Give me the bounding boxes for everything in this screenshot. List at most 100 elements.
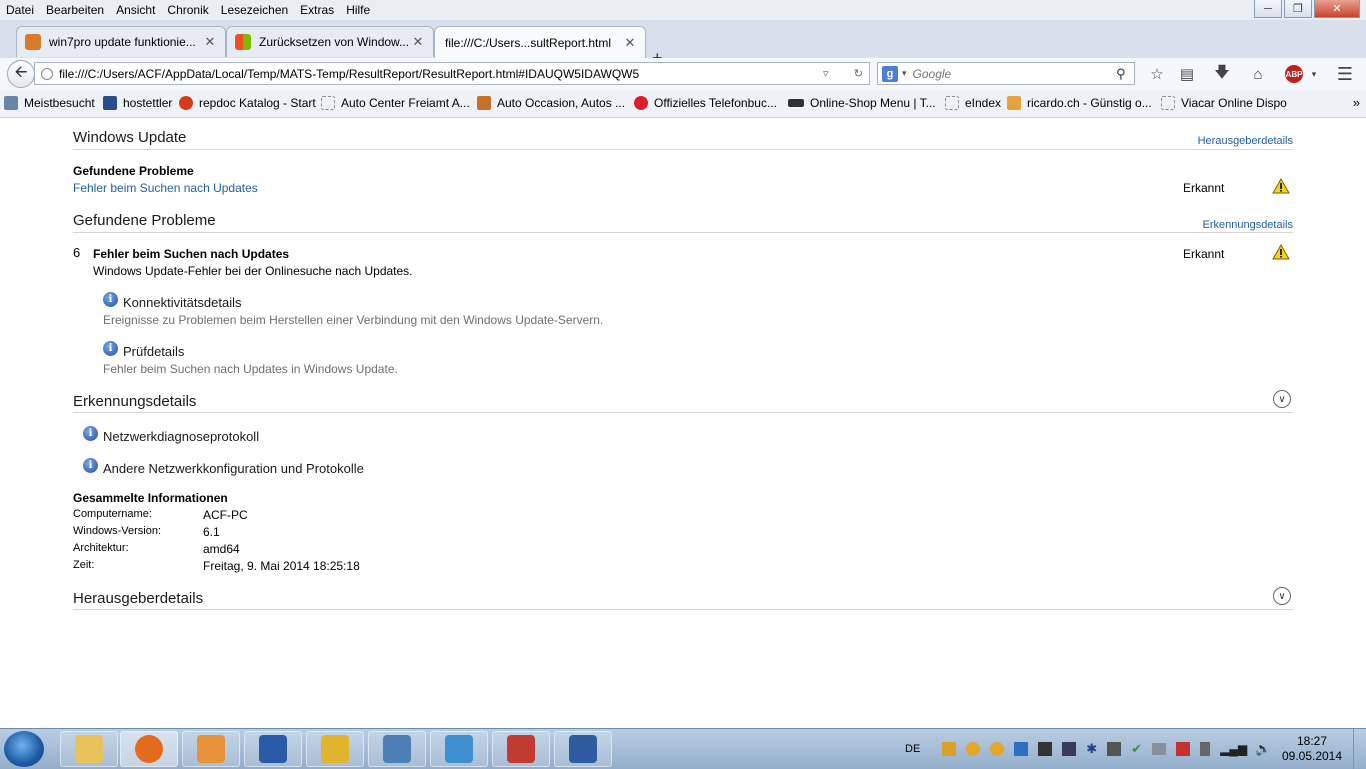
bookmark-star-icon[interactable]: ☆ (1147, 64, 1167, 84)
taskbar-word[interactable] (244, 731, 302, 767)
dropdown-arrow-icon[interactable]: ▿ (823, 67, 829, 80)
tab-zuruecksetzen[interactable]: Zurücksetzen von Window... ✕ (226, 26, 434, 57)
info-icon: i (83, 426, 98, 441)
printer-icon[interactable] (1152, 743, 1167, 755)
menu-ansicht[interactable]: Ansicht (110, 0, 161, 20)
bookmark-label: Online-Shop Menu | T... (810, 96, 936, 110)
hostettler-favicon-icon (103, 96, 117, 110)
action-center-icon[interactable] (1176, 742, 1191, 756)
folder-icon (75, 735, 103, 763)
google-search-engine-icon[interactable]: g (882, 65, 898, 82)
home-icon[interactable]: ⌂ (1248, 64, 1268, 84)
bookmarks-toolbar: Meistbesucht hostettler repdoc Katalog -… (0, 90, 1366, 118)
bookmark-eindex[interactable]: eIndex (945, 96, 1001, 110)
bookmark-viacar[interactable]: Viacar Online Dispo (1161, 96, 1287, 110)
more-bookmarks-icon[interactable]: » (1353, 95, 1360, 110)
tray-app-icon[interactable] (942, 742, 957, 756)
chevron-down-icon: ∨ (1278, 590, 1286, 602)
section-divider (73, 609, 1293, 610)
tray-app-icon[interactable] (966, 742, 981, 756)
erkennungsdetails-link[interactable]: Erkennungsdetails (1202, 219, 1293, 231)
network-diagnostics-log[interactable]: Netzwerkdiagnoseprotokoll (103, 429, 259, 444)
volume-icon[interactable]: 🔈 (1255, 741, 1271, 757)
url-bar[interactable]: file:///C:/Users/ACF/AppData/Local/Temp/… (34, 62, 870, 85)
engine-dropdown-icon[interactable]: ▾ (902, 68, 907, 79)
bookmark-hostettler[interactable]: hostettler (103, 96, 172, 110)
expand-detection-details-button[interactable]: ∨ (1273, 390, 1291, 408)
menu-hilfe[interactable]: Hilfe (340, 0, 376, 20)
url-text[interactable]: file:///C:/Users/ACF/AppData/Local/Temp/… (59, 67, 823, 81)
reading-list-icon[interactable]: ▤ (1177, 64, 1197, 84)
tab-bar: win7pro update funktionie... ✕ Zurückset… (0, 20, 1366, 68)
language-indicator[interactable]: DE (905, 743, 920, 755)
section-divider (73, 412, 1293, 413)
bookmark-online-shop[interactable]: Online-Shop Menu | T... (788, 96, 936, 110)
taskbar-toolbox[interactable] (492, 731, 550, 767)
bookmark-ricardo[interactable]: ricardo.ch - Günstig o... (1007, 96, 1152, 110)
info-value: ACF-PC (203, 508, 248, 522)
status-detected: Erkannt (1183, 181, 1225, 195)
problem-link-search-updates[interactable]: Fehler beim Suchen nach Updates (73, 181, 258, 195)
search-icon[interactable]: ⚲ (1116, 66, 1134, 82)
tray-app-icon[interactable] (1014, 742, 1029, 756)
bookmark-auto-center[interactable]: Auto Center Freiamt A... (321, 96, 470, 110)
info-icon: i (103, 341, 118, 356)
menu-lesezeichen[interactable]: Lesezeichen (215, 0, 294, 20)
tray-app-icon[interactable] (990, 742, 1005, 756)
checkmark-icon[interactable]: ✔ (1131, 741, 1142, 757)
herausgeberdetails-link[interactable]: Herausgeberdetails (1198, 135, 1293, 147)
section-title-detection-details: Erkennungsdetails (73, 393, 197, 410)
tray-app-icon[interactable] (1038, 742, 1053, 756)
restore-button[interactable]: ❐ (1284, 0, 1312, 18)
other-network-config-logs[interactable]: Andere Netzwerkkonfiguration und Protoko… (103, 461, 364, 476)
bookmark-telefonbuch[interactable]: Offizielles Telefonbuc... (634, 96, 777, 110)
download-icon[interactable]: 🡇 (1212, 64, 1232, 84)
taskbar-support[interactable] (554, 731, 612, 767)
tab-result-report[interactable]: file:///C:/Users...sultReport.html ✕ (434, 26, 646, 58)
section-divider (73, 232, 1293, 233)
system-tray: DE ✱ ✔ ▂▄▆ 🔈 (905, 729, 1271, 769)
connectivity-details-title[interactable]: Konnektivitätsdetails (123, 295, 242, 310)
bluetooth-icon[interactable]: ✱ (1086, 741, 1097, 757)
taskbar-tools[interactable] (306, 731, 364, 767)
report-content: Windows Update Herausgeberdetails Gefund… (0, 118, 1366, 728)
minimize-button[interactable]: ─ (1254, 0, 1282, 18)
adblock-dropdown-icon[interactable]: ▾ (1304, 64, 1324, 84)
tab-close-icon[interactable]: ✕ (203, 34, 217, 50)
reload-icon[interactable]: ↻ (854, 67, 863, 80)
menu-extras[interactable]: Extras (294, 0, 340, 20)
menu-datei[interactable]: Datei (0, 0, 40, 20)
bookmark-auto-occasion[interactable]: Auto Occasion, Autos ... (477, 96, 625, 110)
clock[interactable]: 18:27 09.05.2014 (1280, 734, 1344, 764)
bookmark-repdoc[interactable]: repdoc Katalog - Start (179, 96, 316, 110)
window-controls: ─ ❐ ✕ (1254, 0, 1360, 18)
menu-bearbeiten[interactable]: Bearbeiten (40, 0, 110, 20)
taskbar-window[interactable] (368, 731, 426, 767)
start-button[interactable] (4, 731, 44, 767)
tab-label: file:///C:/Users...sultReport.html (445, 35, 612, 50)
usb-icon[interactable] (1200, 742, 1211, 756)
taskbar-firefox[interactable] (120, 731, 178, 767)
search-input[interactable] (910, 65, 1116, 82)
tray-app-icon[interactable] (1062, 742, 1077, 756)
taskbar-media-player[interactable] (182, 731, 240, 767)
clock-time: 18:27 (1296, 734, 1328, 748)
back-button[interactable]: 🡨 (7, 60, 35, 88)
search-bar[interactable]: g ▾ ⚲ (877, 62, 1135, 85)
tray-app-icon[interactable] (1107, 742, 1122, 756)
tab-close-icon[interactable]: ✕ (411, 34, 425, 50)
adblock-plus-button[interactable]: ABP (1284, 64, 1304, 84)
expand-publisher-details-button[interactable]: ∨ (1273, 587, 1291, 605)
menu-chronik[interactable]: Chronik (161, 0, 214, 20)
taskbar-explorer[interactable] (60, 731, 118, 767)
check-details-title[interactable]: Prüfdetails (123, 344, 184, 359)
tab-win7pro[interactable]: win7pro update funktionie... ✕ (16, 26, 226, 57)
show-desktop-button[interactable] (1353, 729, 1366, 769)
collected-info-heading: Gesammelte Informationen (73, 491, 228, 505)
tab-close-icon[interactable]: ✕ (623, 35, 637, 51)
taskbar-control-panel[interactable] (430, 731, 488, 767)
close-window-button[interactable]: ✕ (1314, 0, 1360, 18)
bookmark-meistbesucht[interactable]: Meistbesucht (4, 96, 95, 110)
network-signal-icon[interactable]: ▂▄▆ (1220, 742, 1247, 756)
hamburger-menu-icon[interactable]: ☰ (1335, 64, 1355, 84)
